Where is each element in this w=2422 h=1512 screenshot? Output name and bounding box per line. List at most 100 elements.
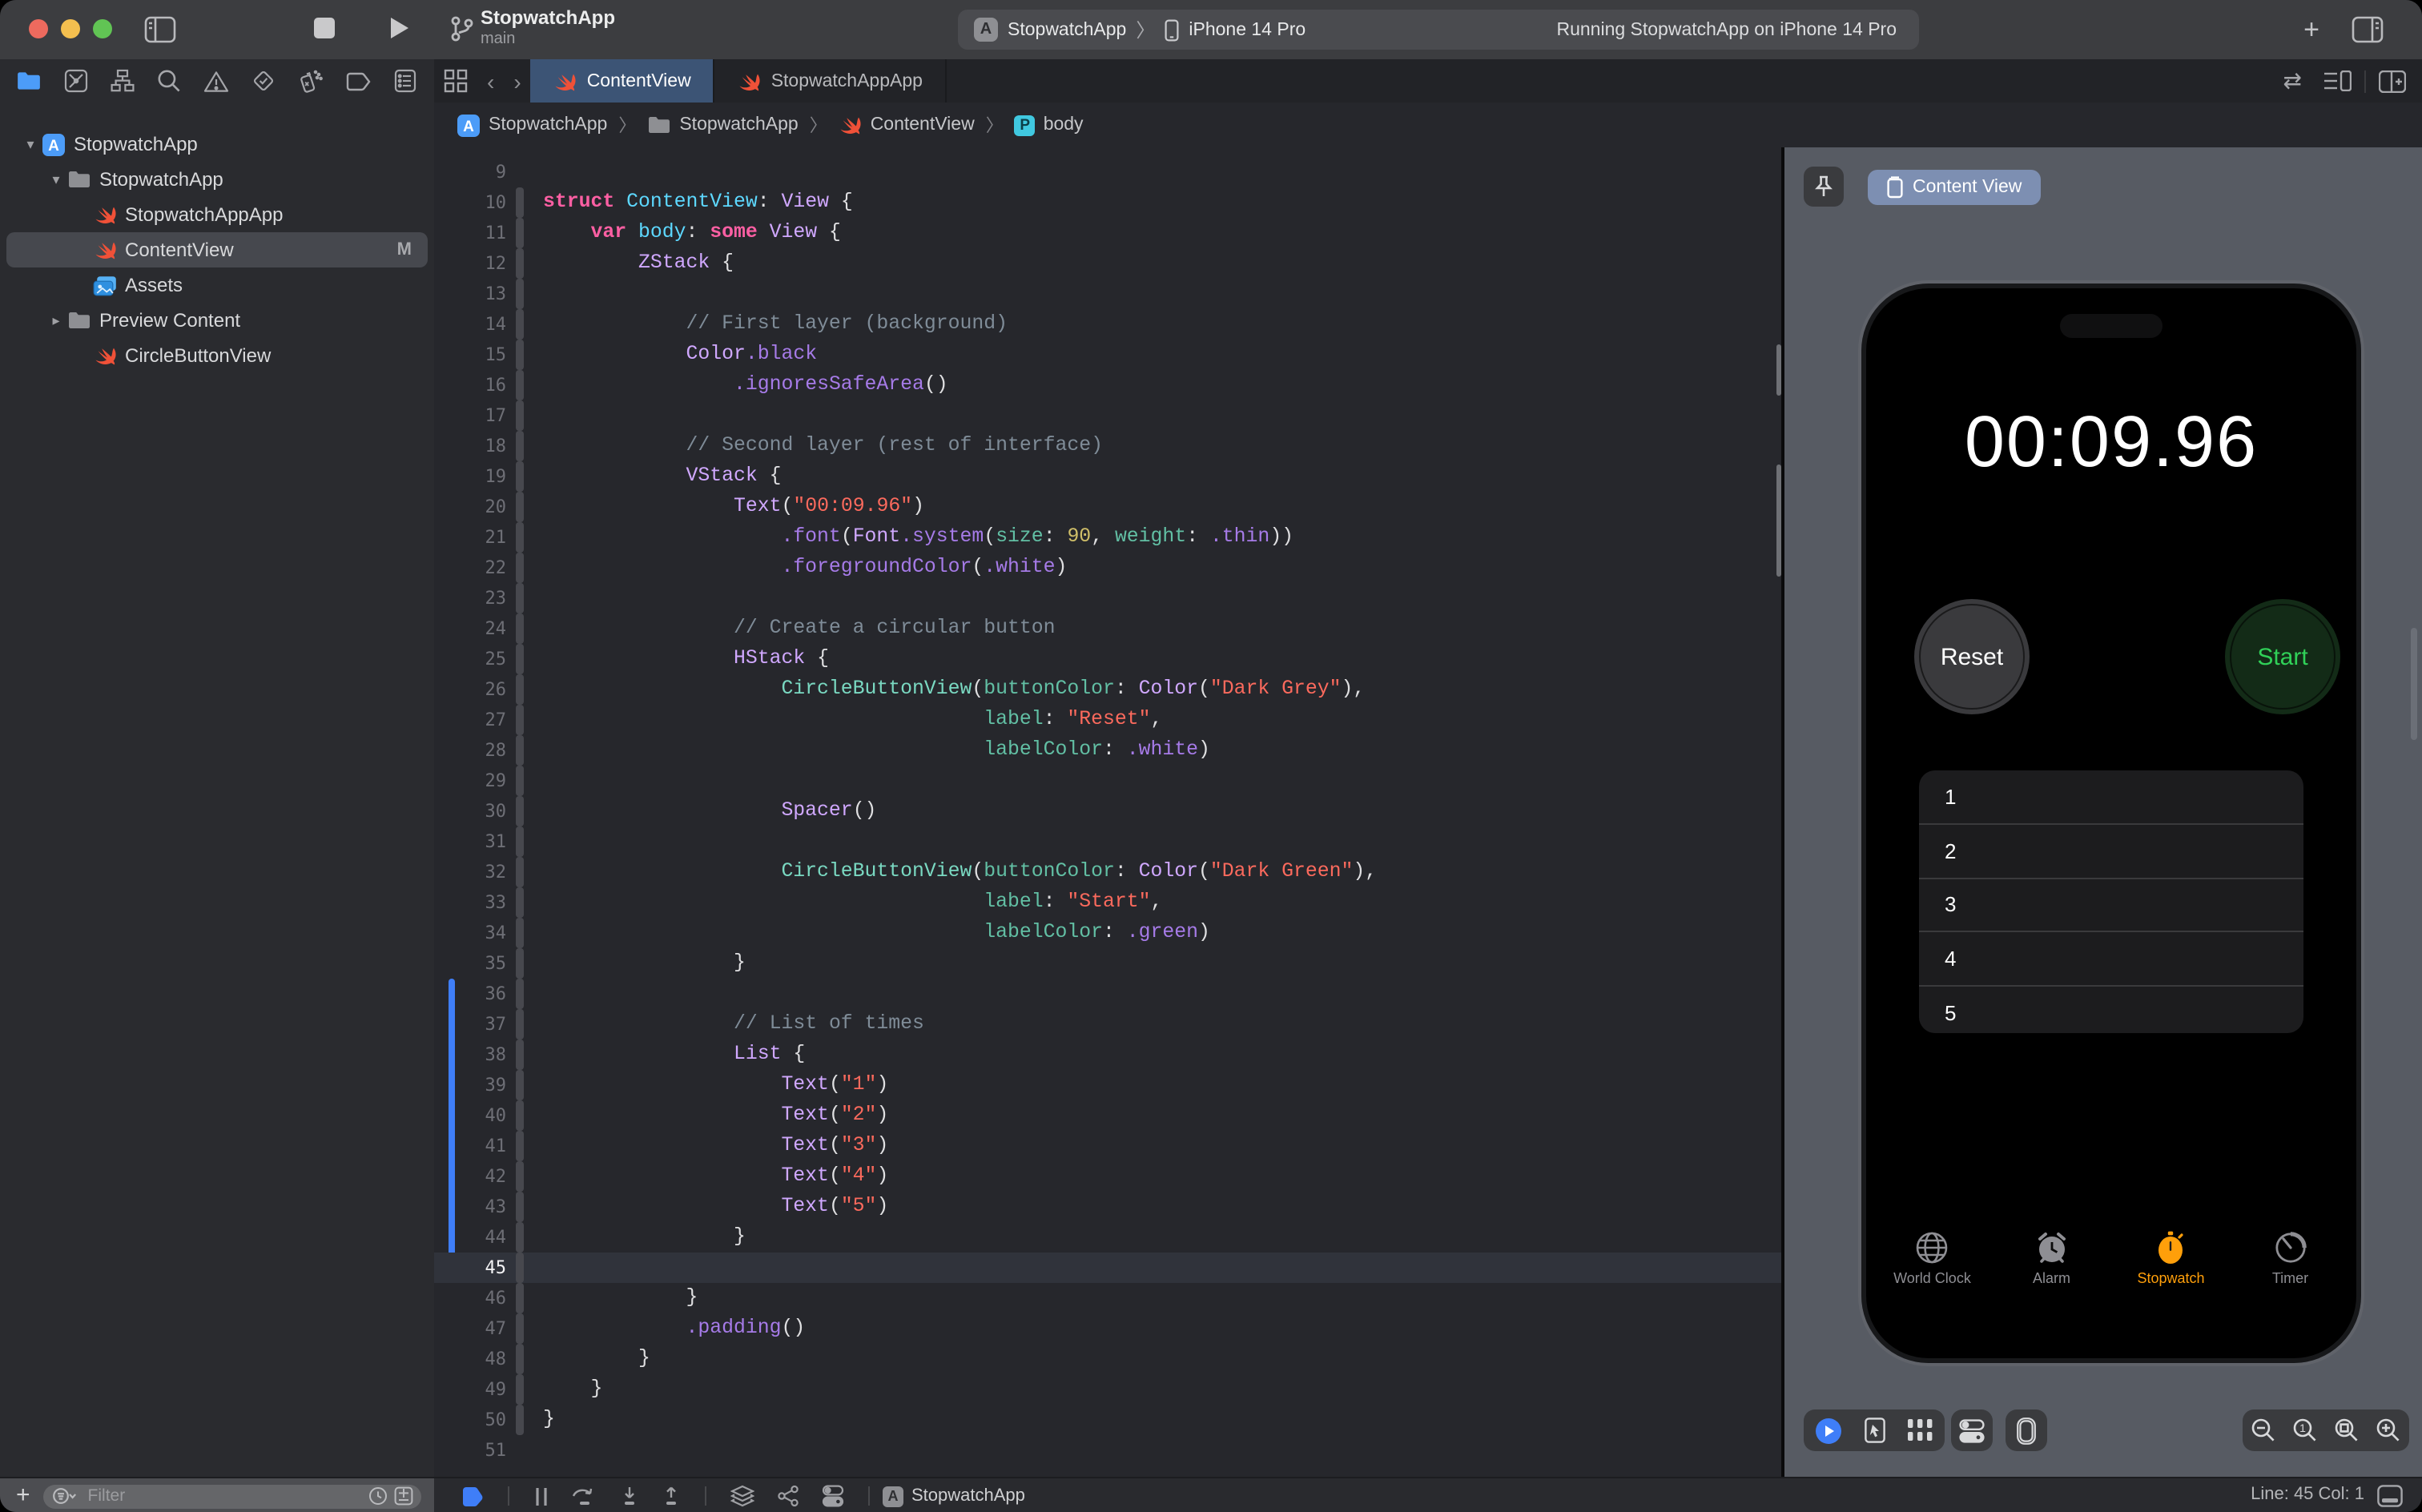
recent-files-clock-icon[interactable] (368, 1486, 388, 1506)
line-number[interactable]: 31 (434, 826, 516, 857)
code-line[interactable]: 23 (434, 583, 1781, 613)
line-number[interactable]: 46 (434, 1283, 516, 1313)
code-line[interactable]: 22 .foregroundColor(.white) (434, 553, 1781, 583)
code-line[interactable]: 42 Text("4") (434, 1161, 1781, 1192)
code-line[interactable]: 19 VStack { (434, 461, 1781, 492)
variants-mode-button[interactable] (1908, 1419, 1933, 1442)
source-editor[interactable]: 910struct ContentView: View {11 var body… (434, 147, 1781, 1486)
breadcrumb-stopwatchapp[interactable]: StopwatchApp (647, 115, 798, 135)
code-line[interactable]: 33 label: "Start", (434, 887, 1781, 918)
code-line[interactable]: 46 } (434, 1283, 1781, 1313)
line-number[interactable]: 17 (434, 400, 516, 431)
issues-warning-icon[interactable] (203, 70, 229, 92)
fold-ribbon[interactable] (516, 1040, 524, 1070)
fold-ribbon[interactable] (516, 796, 524, 826)
code-line[interactable]: 29 (434, 766, 1781, 796)
tests-diamond-icon[interactable] (251, 69, 276, 93)
reports-list-icon[interactable] (394, 69, 416, 93)
line-number[interactable]: 41 (434, 1131, 516, 1161)
code-line[interactable]: 14 // First layer (background) (434, 309, 1781, 340)
code-line[interactable]: 24 // Create a circular button (434, 613, 1781, 644)
fold-ribbon[interactable] (516, 1161, 524, 1192)
line-number[interactable]: 14 (434, 309, 516, 340)
code-line[interactable]: 30 Spacer() (434, 796, 1781, 826)
fold-ribbon[interactable] (516, 1313, 524, 1344)
zoom-out-icon[interactable] (2251, 1418, 2276, 1443)
add-tab-icon[interactable]: + (2303, 14, 2319, 46)
line-number[interactable]: 28 (434, 735, 516, 766)
code-line[interactable]: 44 } (434, 1222, 1781, 1253)
step-out-icon[interactable] (662, 1486, 681, 1506)
fold-ribbon[interactable] (516, 1192, 524, 1222)
fold-ribbon[interactable] (516, 613, 524, 644)
fold-ribbon[interactable] (516, 1100, 524, 1131)
fold-ribbon[interactable] (516, 309, 524, 340)
zoom-fit-icon[interactable] (2334, 1418, 2360, 1443)
fold-ribbon[interactable] (516, 735, 524, 766)
line-number[interactable]: 37 (434, 1009, 516, 1040)
breadcrumb-contentview[interactable]: ContentView (839, 114, 975, 136)
code-line[interactable]: 16 .ignoresSafeArea() (434, 370, 1781, 400)
line-number[interactable]: 12 (434, 248, 516, 279)
divider-handle[interactable] (1776, 464, 1781, 577)
lap-list-item[interactable]: 5 (1919, 987, 2303, 1033)
source-control-status-filter-icon[interactable] (394, 1486, 413, 1506)
fold-ribbon[interactable] (516, 887, 524, 918)
fold-ribbon[interactable] (516, 1435, 524, 1466)
code-line[interactable]: 37 // List of times (434, 1009, 1781, 1040)
line-number[interactable]: 45 (434, 1253, 516, 1283)
fold-ribbon[interactable] (516, 979, 524, 1009)
phone-tab-timer[interactable]: Timer (2231, 1230, 2350, 1307)
fold-ribbon[interactable] (516, 1222, 524, 1253)
divider-handle[interactable] (1776, 344, 1781, 396)
code-line[interactable]: 50} (434, 1405, 1781, 1435)
fold-ribbon[interactable] (516, 400, 524, 431)
fold-ribbon[interactable] (516, 1344, 524, 1374)
lap-list-item[interactable]: 3 (1919, 879, 2303, 933)
fold-ribbon[interactable] (516, 461, 524, 492)
line-number[interactable]: 20 (434, 492, 516, 522)
line-number[interactable]: 42 (434, 1161, 516, 1192)
line-number[interactable]: 32 (434, 857, 516, 887)
line-number[interactable]: 33 (434, 887, 516, 918)
code-line[interactable]: 20 Text("00:09.96") (434, 492, 1781, 522)
code-line[interactable]: 35 } (434, 948, 1781, 979)
start-button[interactable]: Start (2225, 599, 2340, 714)
fold-ribbon[interactable] (516, 1374, 524, 1405)
activity-view[interactable]: A StopwatchApp 〉 iPhone 14 Pro Running S… (958, 10, 1919, 50)
line-number[interactable]: 25 (434, 644, 516, 674)
code-line[interactable]: 28 labelColor: .white) (434, 735, 1781, 766)
code-line[interactable]: 32 CircleButtonView(buttonColor: Color("… (434, 857, 1781, 887)
code-line[interactable]: 10struct ContentView: View { (434, 187, 1781, 218)
fold-ribbon[interactable] (516, 1131, 524, 1161)
line-number[interactable]: 51 (434, 1435, 516, 1466)
preview-target-pill[interactable]: Content View (1868, 170, 2041, 205)
line-number[interactable]: 21 (434, 522, 516, 553)
line-number[interactable]: 49 (434, 1374, 516, 1405)
run-button[interactable] (389, 16, 410, 40)
sidebar-item-stopwatchapp[interactable]: ▾AStopwatchApp (6, 127, 428, 162)
canvas-scrollbar[interactable] (2411, 628, 2417, 740)
fold-ribbon[interactable] (516, 1405, 524, 1435)
pause-execution-icon[interactable] (533, 1486, 549, 1506)
disclosure-triangle-icon[interactable]: ▸ (48, 312, 64, 329)
step-over-icon[interactable] (572, 1486, 597, 1506)
pin-preview-button[interactable] (1804, 167, 1844, 207)
stop-button[interactable] (314, 18, 335, 38)
fold-ribbon[interactable] (516, 583, 524, 613)
line-number[interactable]: 23 (434, 583, 516, 613)
line-number[interactable]: 16 (434, 370, 516, 400)
selectable-mode-button[interactable] (1865, 1418, 1885, 1443)
filter-input[interactable] (85, 1485, 368, 1507)
fold-ribbon[interactable] (516, 157, 524, 187)
code-line[interactable]: 31 (434, 826, 1781, 857)
preview-device-button[interactable] (2006, 1409, 2047, 1451)
line-number[interactable]: 27 (434, 705, 516, 735)
line-number[interactable]: 18 (434, 431, 516, 461)
lap-list-item[interactable]: 1 (1919, 770, 2303, 825)
fold-ribbon[interactable] (516, 857, 524, 887)
tab-contentview[interactable]: ContentView (531, 59, 715, 103)
zoom-in-icon[interactable] (2376, 1418, 2401, 1443)
go-forward-icon[interactable]: › (513, 68, 521, 94)
fold-ribbon[interactable] (516, 1009, 524, 1040)
